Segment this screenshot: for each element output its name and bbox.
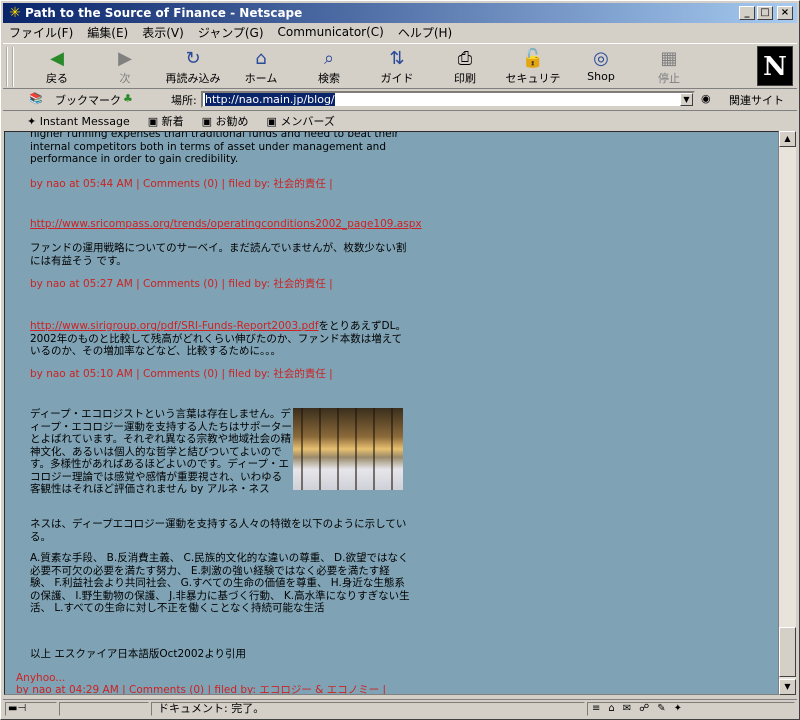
post-text: ファンドの運用戦略についてのサーベイ。まだ読んでいませんが、枚数少ない割には有益…: [30, 242, 407, 267]
stop-button[interactable]: ▦ 停止: [637, 48, 701, 88]
browser-window: ✳ Path to the Source of Finance - Netsca…: [0, 0, 800, 720]
lock-icon: 🔓: [521, 48, 545, 69]
post-link[interactable]: http://www.sricompass.org/trends/operati…: [30, 218, 422, 231]
post-text: http://www.sirigroup.org/pdf/SRI-Funds-R…: [30, 320, 406, 357]
menu-edit[interactable]: 編集(E): [87, 24, 128, 41]
back-arrow-icon: ◀: [50, 48, 64, 69]
mail-icon[interactable]: ✉: [623, 703, 631, 715]
menu-view[interactable]: 表示(V): [142, 24, 184, 41]
reload-icon: ↻: [185, 48, 201, 69]
shop-icon: ◎: [593, 48, 609, 69]
maximize-button[interactable]: □: [757, 6, 773, 20]
url-text: http://nao.main.jp/blog/: [205, 93, 335, 106]
security-button[interactable]: 🔓セキュリティ: [501, 48, 565, 101]
close-button[interactable]: ×: [777, 6, 793, 20]
members-button[interactable]: ▣ メンバーズ: [267, 113, 335, 129]
title-bar: ✳ Path to the Source of Finance - Netsca…: [3, 3, 797, 23]
netscape-icon: ✳: [9, 5, 21, 21]
bookmarks-icon: 📚: [29, 92, 43, 105]
netscape-logo[interactable]: N: [757, 46, 793, 86]
instant-message-button[interactable]: ✦ Instant Message: [27, 115, 130, 128]
menu-bar: ファイル(F) 編集(E) 表示(V) ジャンプ(G) Communicator…: [3, 23, 797, 41]
bookmarks-button[interactable]: ブックマーク: [55, 92, 121, 108]
new-button[interactable]: ▣ 新着: [148, 113, 184, 129]
forward-button[interactable]: ▶ 次: [93, 48, 157, 88]
location-toolbar: 📚 ブックマーク ♣ 場所: http://nao.main.jp/blog/ …: [3, 89, 797, 111]
newsgroup-icon[interactable]: ☍: [639, 703, 649, 715]
scroll-thumb[interactable]: [779, 627, 796, 677]
vertical-scrollbar[interactable]: ▲ ▼: [779, 131, 796, 695]
post-intro-text: higher running expenses than traditional…: [30, 131, 399, 165]
personal-toolbar: ✦ Instant Message ▣ 新着 ▣ お勧め ▣ メンバーズ: [3, 111, 797, 131]
post-text: A.質素な手段、 B.反消費主義、 C.民族的文化的な違いの尊重、 D.欲望では…: [30, 552, 410, 614]
stop-icon: ▦: [660, 48, 678, 69]
post-text: ディープ・エコロジストという言葉は存在しません。ディープ・エコロジー運動を支持す…: [30, 408, 292, 495]
related-sites-button[interactable]: 関連サイト: [729, 92, 784, 108]
printer-icon: ⎙: [457, 48, 473, 69]
reload-button[interactable]: ↻ 再読み込み: [161, 48, 225, 88]
location-label: 場所:: [171, 94, 197, 107]
composer-icon[interactable]: ✎: [657, 703, 665, 715]
im-icon[interactable]: ✦: [674, 703, 682, 715]
component-bar: ≡ ⌂ ✉ ☍ ✎ ✦: [587, 702, 795, 716]
window-title: Path to the Source of Finance - Netscape: [25, 6, 303, 20]
post-text: 以上 エスクァイア日本語版Oct2002より引用: [30, 648, 247, 660]
search-button[interactable]: ⌕ 検索: [297, 48, 361, 88]
menu-file[interactable]: ファイル(F): [9, 24, 73, 41]
connection-icon[interactable]: ▬⊣: [5, 702, 57, 716]
recommend-button[interactable]: ▣ お勧め: [202, 113, 249, 129]
post-link[interactable]: http://www.sirigroup.org/pdf/SRI-Funds-R…: [30, 320, 319, 332]
post-meta[interactable]: by nao at 05:44 AM | Comments (0) | file…: [30, 178, 410, 191]
winter-forest-photo: [293, 408, 403, 490]
scroll-down-icon[interactable]: ▼: [779, 679, 796, 695]
minimize-button[interactable]: _: [739, 6, 755, 20]
status-text: ドキュメント: 完了。: [151, 702, 585, 716]
progress-bar: [59, 702, 149, 716]
menu-go[interactable]: ジャンプ(G): [198, 24, 264, 41]
toolbar-grip[interactable]: [6, 47, 14, 87]
status-bar: ▬⊣ ドキュメント: 完了。 ≡ ⌂ ✉ ☍ ✎ ✦: [3, 699, 797, 717]
search-icon: ⌕: [323, 48, 335, 69]
post-meta[interactable]: by nao at 05:27 AM | Comments (0) | file…: [30, 278, 410, 291]
menu-communicator[interactable]: Communicator(C): [278, 25, 384, 39]
forward-arrow-icon: ▶: [118, 48, 132, 69]
post-anyhoo: Anyhoo...: [16, 672, 66, 684]
scroll-up-icon[interactable]: ▲: [779, 131, 796, 147]
guide-icon: ⇅: [389, 48, 405, 69]
shop-button[interactable]: ◎ Shop: [569, 48, 633, 88]
home-icon: ⌂: [255, 48, 267, 69]
page-proxy-icon[interactable]: ♣: [123, 92, 133, 105]
related-icon: ◉: [701, 92, 711, 105]
page-content: higher running expenses than traditional…: [4, 131, 779, 695]
url-dropdown-icon[interactable]: ▼: [680, 93, 693, 106]
navigation-toolbar: ◀戻る ▶次 ↻再読み込み ⌂ホーム ⌕検索 ⇅ガイド ⎙印刷 🔓セキュリティ …: [3, 43, 797, 101]
post-meta[interactable]: by nao at 04:29 AM | Comments (0) | file…: [16, 684, 436, 694]
guide-button[interactable]: ⇅ ガイド: [365, 48, 429, 88]
url-input[interactable]: http://nao.main.jp/blog/ ▼: [201, 91, 695, 108]
menu-help[interactable]: ヘルプ(H): [398, 24, 452, 41]
security-status-icon[interactable]: ⌂: [608, 703, 614, 715]
post-text: ネスは、ディープエコロジー運動を支持する人々の特徴を以下のように示している。: [30, 518, 407, 543]
post-meta[interactable]: by nao at 05:10 AM | Comments (0) | file…: [30, 368, 410, 381]
print-button[interactable]: ⎙ 印刷: [433, 48, 497, 88]
navigator-icon[interactable]: ≡: [592, 703, 600, 715]
back-button[interactable]: ◀ 戻る: [25, 48, 89, 88]
home-button[interactable]: ⌂ ホーム: [229, 48, 293, 88]
